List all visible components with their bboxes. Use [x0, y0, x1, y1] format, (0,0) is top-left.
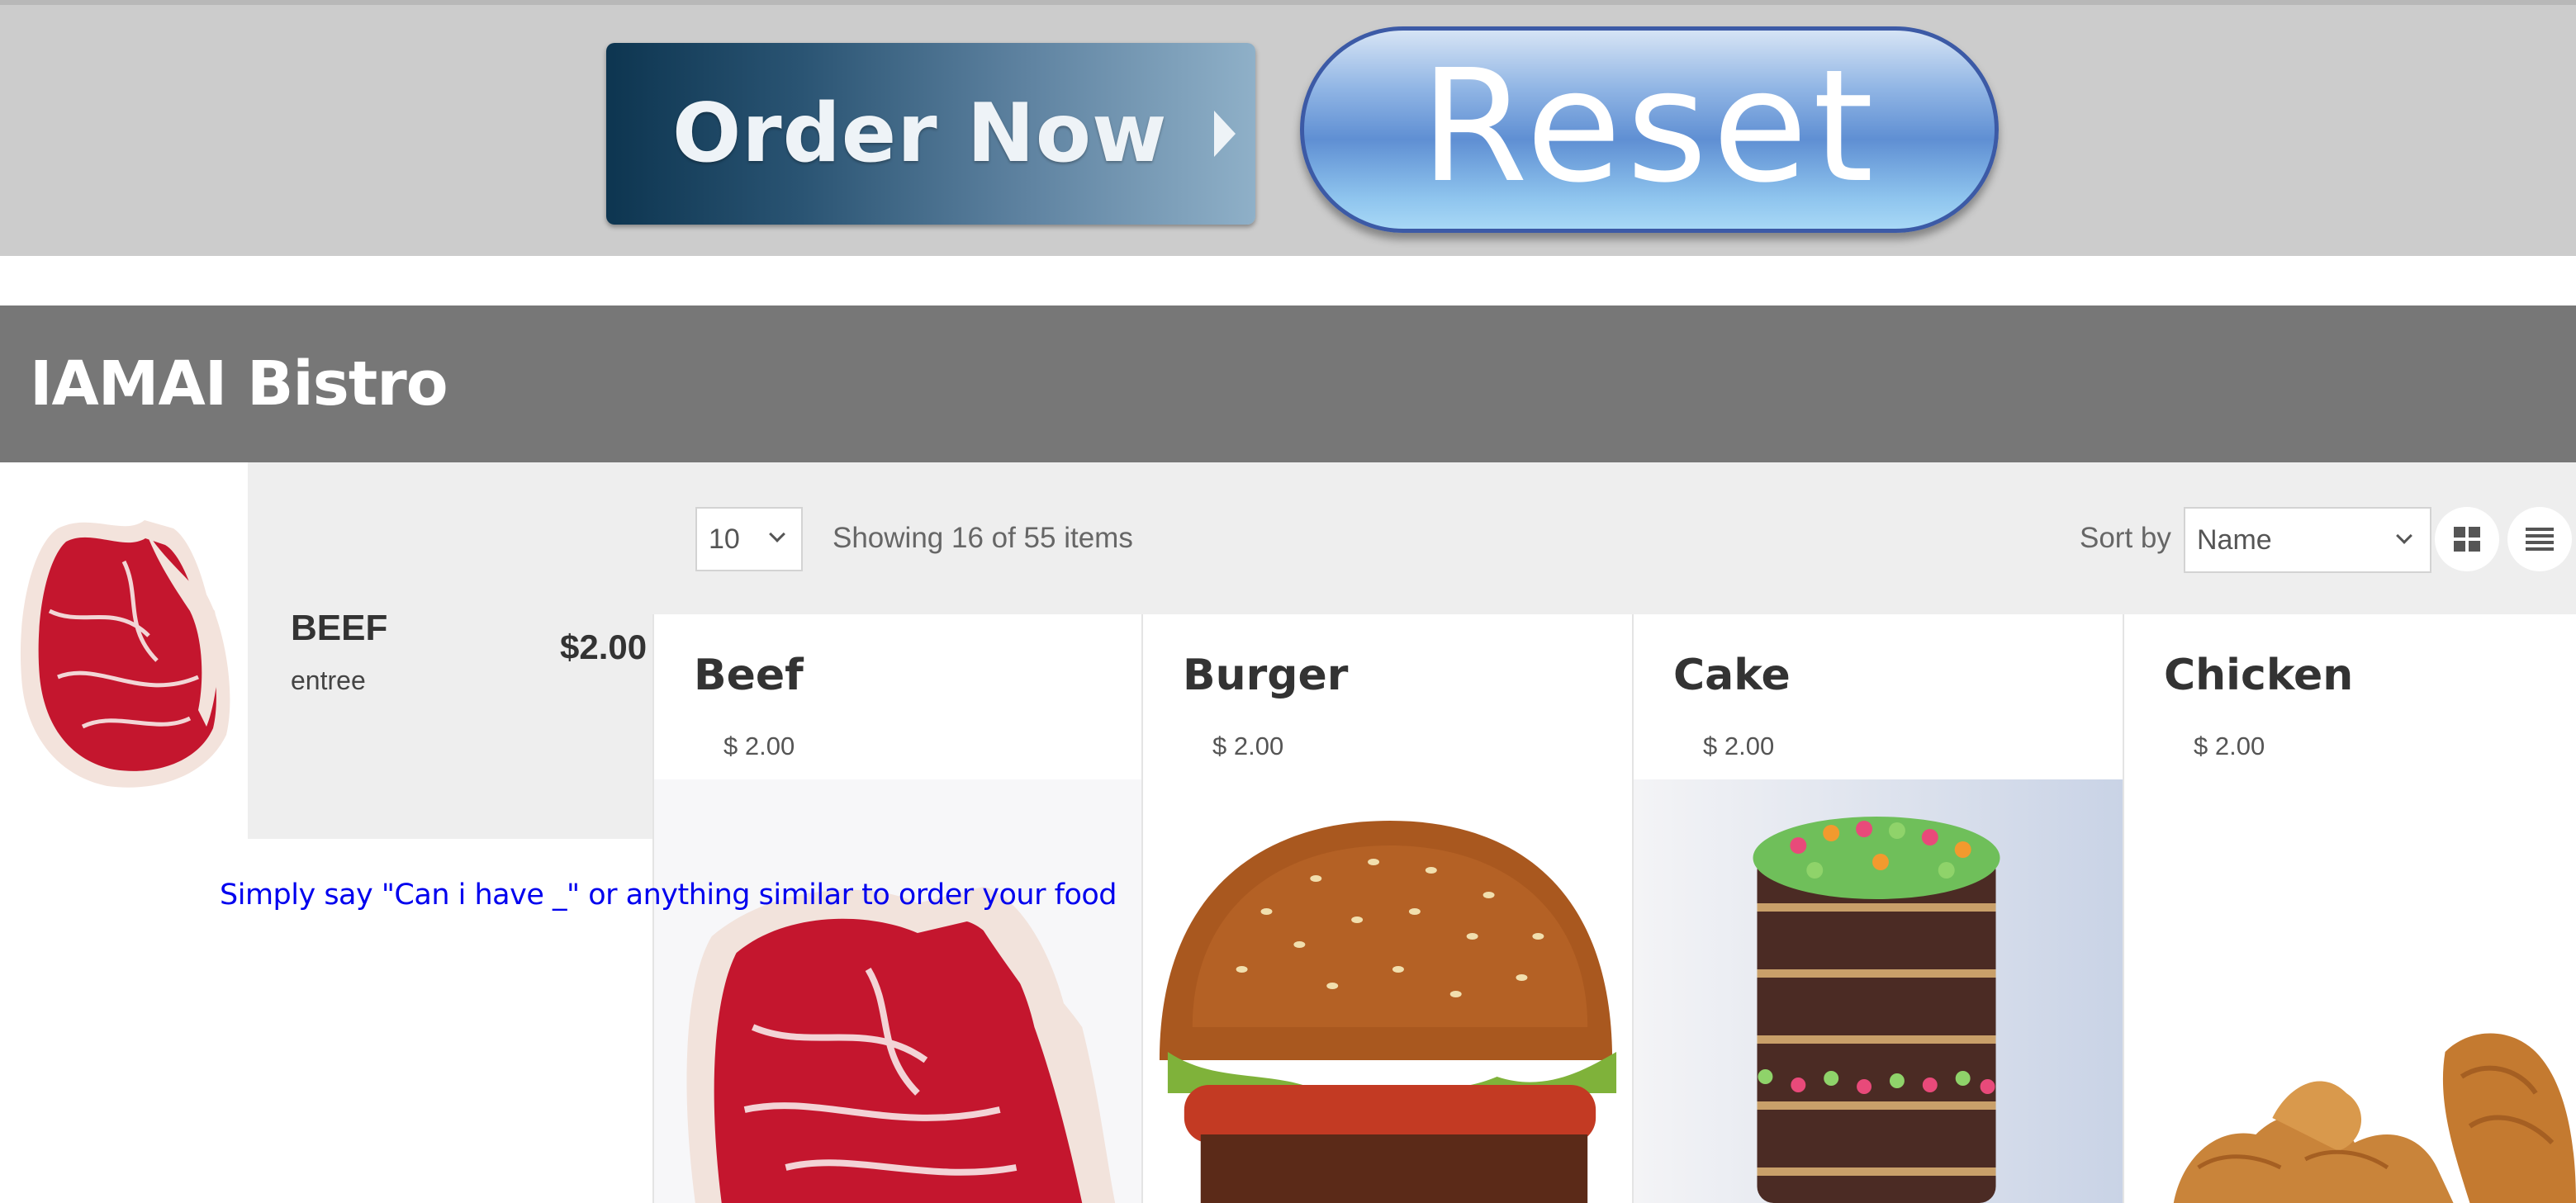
action-bar: Order Now Reset — [0, 0, 2576, 256]
layer-cake-image — [1634, 779, 2123, 1203]
product-name: Cake — [1673, 651, 1791, 700]
grid-view-icon — [2454, 527, 2480, 552]
catalog-toolbar: 10 Showing 16 of 55 items Sort by Name — [652, 462, 2576, 614]
sort-select[interactable]: Name — [2184, 507, 2431, 573]
list-view-icon — [2526, 528, 2554, 551]
product-card-burger[interactable]: Burger $ 2.00 — [1141, 614, 1632, 1203]
chevron-down-icon — [2396, 528, 2412, 544]
play-arrow-icon — [1213, 111, 1236, 157]
beef-steak-image — [20, 520, 230, 788]
cart-item-thumbnail — [0, 462, 248, 839]
sort-by-label: Sort by — [2080, 522, 2171, 554]
list-view-button[interactable] — [2507, 507, 2572, 571]
items-per-page-select[interactable]: 10 — [695, 507, 803, 571]
grid-view-button[interactable] — [2435, 507, 2499, 571]
product-price: $ 2.00 — [1212, 732, 1284, 760]
cart-item-category: entree — [291, 665, 366, 695]
order-now-button[interactable]: Order Now — [606, 43, 1255, 225]
site-header: IAMAI Bistro — [0, 305, 2576, 462]
product-name: Chicken — [2164, 651, 2354, 700]
product-name: Burger — [1183, 651, 1349, 700]
burger-image — [1143, 779, 1632, 1203]
cart-panel: BEEF entree $2.00 — [0, 462, 652, 839]
chevron-down-icon — [769, 526, 785, 542]
page-title: IAMAI Bistro — [30, 348, 448, 419]
fried-chicken-image — [2124, 779, 2576, 1203]
sort-value: Name — [2197, 523, 2272, 556]
product-name: Beef — [694, 651, 804, 700]
product-card-chicken[interactable]: Chicken $ 2.00 — [2123, 614, 2576, 1203]
reset-button[interactable]: Reset — [1300, 26, 1999, 233]
product-price: $ 2.00 — [723, 732, 795, 760]
cart-item-name: BEEF — [291, 608, 388, 648]
product-price: $ 2.00 — [1703, 732, 1775, 760]
product-card-cake[interactable]: Cake $ 2.00 — [1632, 614, 2123, 1203]
product-price: $ 2.00 — [2194, 732, 2265, 760]
voice-order-hint: Simply say "Can i have _" or anything si… — [220, 879, 1117, 912]
per-page-value: 10 — [709, 523, 740, 555]
beef-steak-image — [654, 779, 1141, 1203]
order-now-label: Order Now — [672, 87, 1168, 181]
reset-label: Reset — [1420, 36, 1879, 217]
cart-item-price: $2.00 — [560, 628, 648, 666]
item-count-text: Showing 16 of 55 items — [833, 522, 1133, 554]
